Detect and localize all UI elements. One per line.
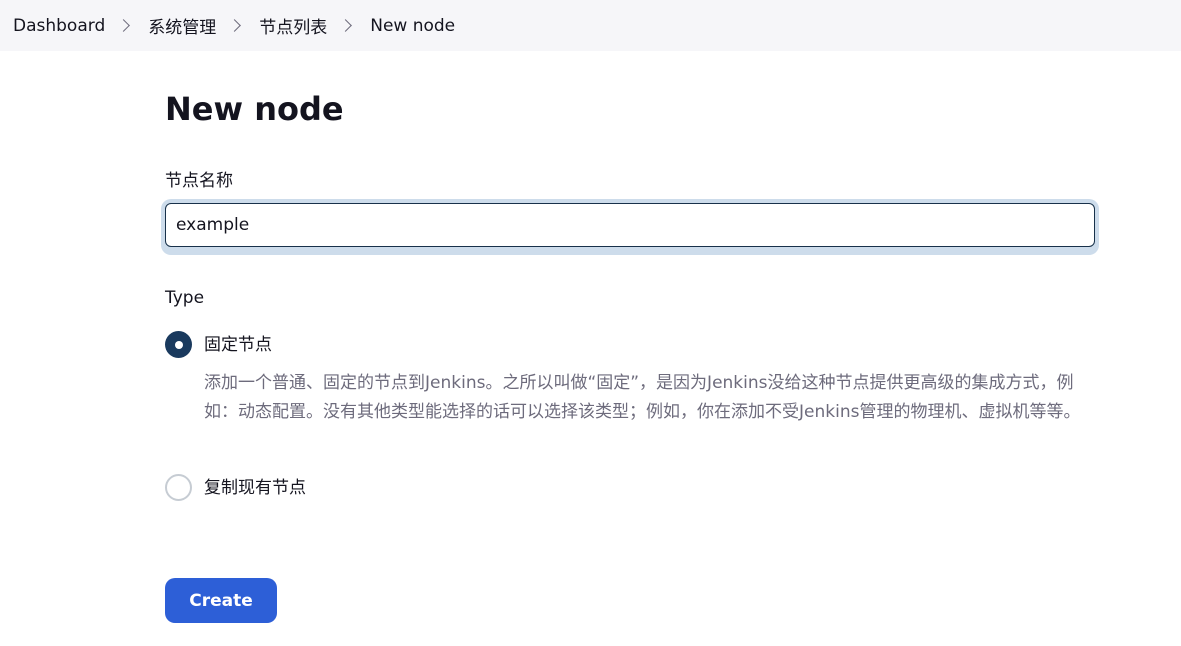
type-label: Type: [165, 288, 205, 308]
page-title: New node: [165, 90, 344, 128]
radio-option-copy-existing[interactable]: 复制现有节点: [165, 474, 306, 501]
radio-checked-icon[interactable]: [165, 331, 192, 358]
breadcrumb-item-nodes[interactable]: 节点列表: [259, 13, 327, 38]
permanent-agent-description: 添加一个普通、固定的节点到Jenkins。之所以叫做“固定”，是因为Jenkin…: [204, 373, 1081, 422]
create-button[interactable]: Create: [165, 578, 277, 623]
node-name-focus-ring: [161, 199, 1099, 255]
chevron-right-icon: [339, 19, 353, 32]
breadcrumb: Dashboard 系统管理 节点列表 New node: [0, 0, 1181, 51]
chevron-right-icon: [117, 19, 131, 32]
breadcrumb-item-new-node[interactable]: New node: [370, 16, 455, 36]
radio-option-permanent-agent[interactable]: 固定节点: [165, 331, 272, 358]
breadcrumb-item-dashboard[interactable]: Dashboard: [13, 16, 105, 36]
node-name-input[interactable]: [165, 203, 1095, 247]
chevron-right-icon: [228, 19, 242, 32]
radio-label-permanent-agent[interactable]: 固定节点: [204, 333, 272, 357]
radio-unchecked-icon[interactable]: [165, 474, 192, 501]
node-name-label: 节点名称: [165, 171, 233, 191]
breadcrumb-item-manage[interactable]: 系统管理: [148, 13, 216, 38]
radio-label-copy-existing[interactable]: 复制现有节点: [204, 476, 306, 500]
